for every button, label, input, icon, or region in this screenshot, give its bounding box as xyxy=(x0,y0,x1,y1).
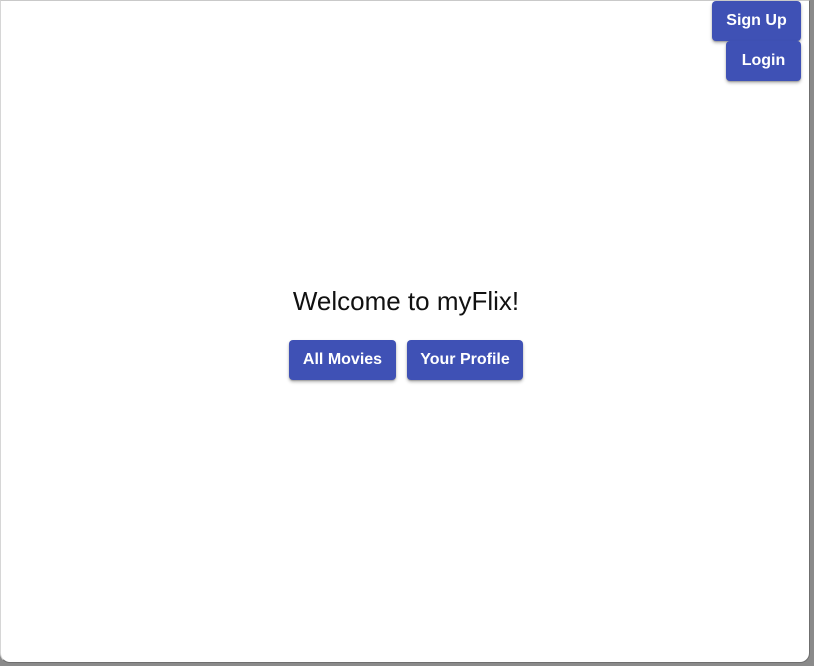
your-profile-button[interactable]: Your Profile xyxy=(407,340,523,380)
app-window: Sign Up Login Welcome to myFlix! All Mov… xyxy=(0,0,810,663)
all-movies-button[interactable]: All Movies xyxy=(289,340,396,380)
sign-up-button[interactable]: Sign Up xyxy=(712,1,801,41)
login-button[interactable]: Login xyxy=(726,41,801,81)
page-title: Welcome to myFlix! xyxy=(292,286,520,316)
